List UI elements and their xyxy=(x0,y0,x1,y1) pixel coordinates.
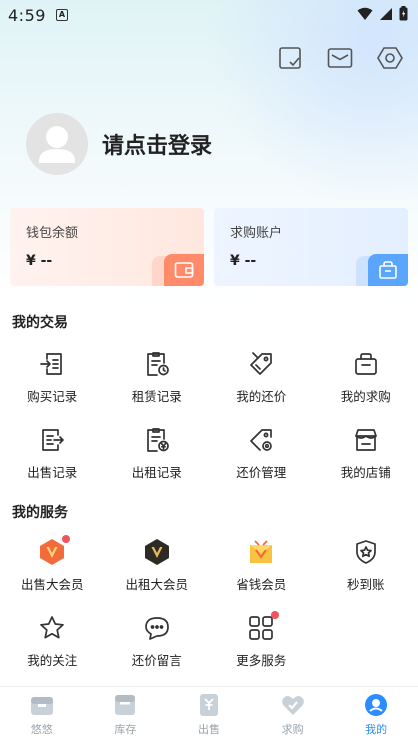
avatar[interactable] xyxy=(26,113,88,175)
profile-icon xyxy=(364,693,388,717)
counteroffer-message-button[interactable]: 还价留言 xyxy=(105,604,210,680)
sale-record-button[interactable]: 出售记录 xyxy=(0,416,105,492)
my-follow-button[interactable]: 我的关注 xyxy=(0,604,105,680)
nav-home[interactable]: 悠悠 xyxy=(0,687,84,744)
card-title: 求购账户 xyxy=(230,226,283,241)
sell-icon xyxy=(197,693,221,717)
top-actions xyxy=(0,30,418,86)
sale-record-icon xyxy=(38,426,66,454)
star-icon xyxy=(38,614,66,642)
chat-bubble-icon xyxy=(143,614,171,642)
status-indicators xyxy=(357,5,408,25)
wallet-balance-card[interactable]: 钱包余额 ¥ -- xyxy=(10,208,204,286)
nav-sell[interactable]: 出售 xyxy=(167,687,251,744)
status-bar: 4:59 A xyxy=(0,0,418,30)
notification-dot xyxy=(62,535,71,543)
nav-label: 出售 xyxy=(197,723,220,736)
shopping-bag-icon xyxy=(368,254,408,286)
rental-vip-icon xyxy=(143,538,171,566)
nav-inventory[interactable]: 库存 xyxy=(84,687,168,744)
item-label: 还价留言 xyxy=(131,653,182,668)
item-label: 出售大会员 xyxy=(20,577,84,592)
instant-shield-icon xyxy=(352,538,380,566)
account-cards: 钱包余额 ¥ -- 求购账户 ¥ -- xyxy=(0,208,418,286)
bottom-nav: 悠悠 库存 出售 求购 我的 xyxy=(0,686,418,744)
transactions-title: 我的交易 xyxy=(12,315,68,331)
item-label: 更多服务 xyxy=(236,653,287,668)
purchase-record-icon xyxy=(38,350,66,378)
page: 4:59 A 请点击登录 钱包余额 ¥ -- 求购账户 ¥ -- 我的交易 购买… xyxy=(0,0,418,680)
price-tag-icon xyxy=(247,350,275,378)
nav-label: 求购 xyxy=(281,723,304,736)
status-time: 4:59 xyxy=(8,5,46,25)
item-label: 购买记录 xyxy=(27,389,78,404)
rent-out-record-icon xyxy=(143,426,171,454)
counteroffer-manage-button[interactable]: 还价管理 xyxy=(209,416,314,492)
rental-record-icon xyxy=(143,350,171,378)
checkin-icon[interactable] xyxy=(276,44,304,72)
nav-profile[interactable]: 我的 xyxy=(334,687,418,744)
saver-vip-button[interactable]: 省钱会员 xyxy=(209,528,314,604)
more-services-button[interactable]: 更多服务 xyxy=(209,604,314,680)
item-label: 租赁记录 xyxy=(131,389,182,404)
instant-arrival-button[interactable]: 秒到账 xyxy=(314,528,418,604)
purchase-record-button[interactable]: 购买记录 xyxy=(0,340,105,416)
item-label: 出租记录 xyxy=(131,465,182,480)
item-label: 我的求购 xyxy=(340,389,391,404)
grid-more-icon xyxy=(247,611,280,642)
item-label: 我的还价 xyxy=(236,389,287,404)
item-label: 出售记录 xyxy=(27,465,78,480)
seller-vip-button[interactable]: 出售大会员 xyxy=(0,528,105,604)
transactions-grid: 购买记录 租赁记录 我的还价 我的求购 出售记录 出租记录 还价管理 我的店铺 xyxy=(0,340,418,492)
inventory-icon xyxy=(113,693,137,717)
wallet-icon xyxy=(164,254,204,286)
settings-icon[interactable] xyxy=(376,44,404,72)
seller-vip-icon xyxy=(38,535,71,566)
item-label: 省钱会员 xyxy=(236,577,287,592)
nav-buy[interactable]: 求购 xyxy=(251,687,335,744)
message-icon[interactable] xyxy=(326,44,354,72)
my-counteroffer-button[interactable]: 我的还价 xyxy=(209,340,314,416)
notification-dot xyxy=(271,611,280,619)
item-label: 我的关注 xyxy=(27,653,78,668)
card-title: 钱包余额 xyxy=(26,226,79,241)
my-request-button[interactable]: 我的求购 xyxy=(314,340,418,416)
services-title: 我的服务 xyxy=(12,505,68,521)
rental-vip-button[interactable]: 出租大会员 xyxy=(105,528,210,604)
nav-label: 库存 xyxy=(114,723,137,736)
item-label: 秒到账 xyxy=(346,577,385,592)
app-notification-icon: A xyxy=(55,9,68,21)
wifi-icon xyxy=(357,6,373,25)
profile-login[interactable]: 请点击登录 xyxy=(0,86,418,186)
battery-icon xyxy=(399,5,408,25)
request-bag-icon xyxy=(352,350,380,378)
saver-vip-icon xyxy=(247,538,275,566)
rental-record-button[interactable]: 租赁记录 xyxy=(105,340,210,416)
rent-out-record-button[interactable]: 出租记录 xyxy=(105,416,210,492)
login-prompt[interactable]: 请点击登录 xyxy=(102,128,212,160)
nav-label: 我的 xyxy=(365,723,388,736)
item-label: 出租大会员 xyxy=(125,577,188,592)
services-grid: 出售大会员 出租大会员 省钱会员 秒到账 我的关注 还价留言 更多服务 xyxy=(0,528,418,680)
item-label: 我的店铺 xyxy=(340,465,391,480)
store-icon xyxy=(352,426,380,454)
home-box-icon xyxy=(30,693,54,717)
nav-label: 悠悠 xyxy=(30,723,53,736)
buy-heart-icon xyxy=(281,693,305,717)
item-label: 还价管理 xyxy=(236,465,287,480)
signal-icon xyxy=(379,6,393,25)
purchase-account-card[interactable]: 求购账户 ¥ -- xyxy=(214,208,408,286)
tag-settings-icon xyxy=(247,426,275,454)
my-store-button[interactable]: 我的店铺 xyxy=(314,416,418,492)
